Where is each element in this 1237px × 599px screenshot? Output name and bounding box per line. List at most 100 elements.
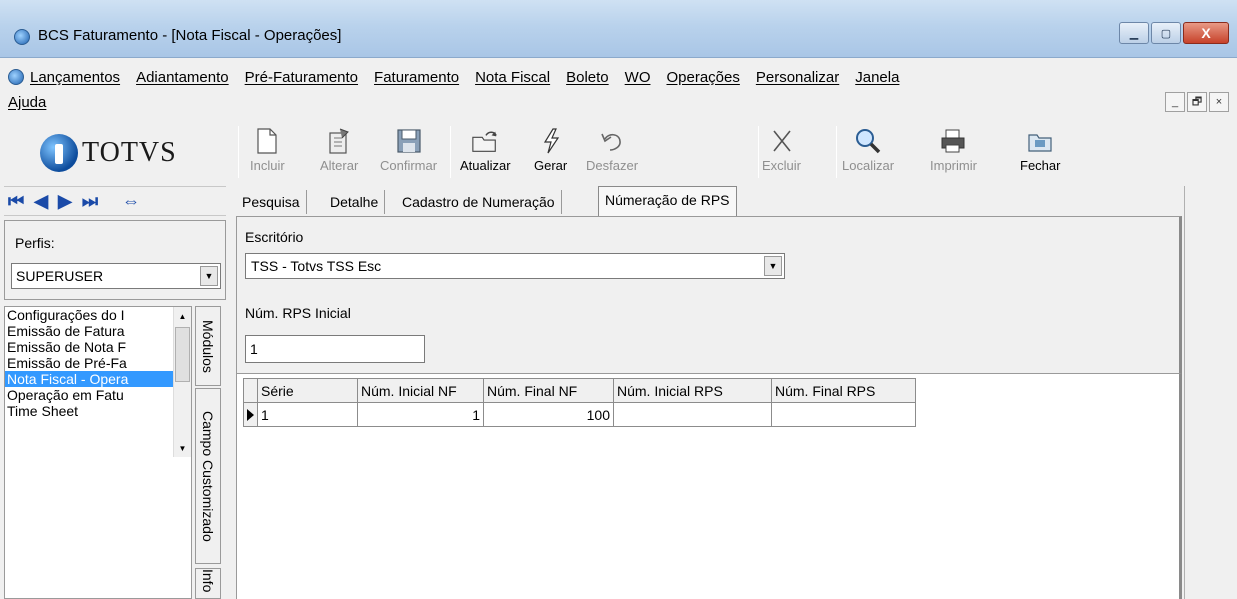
- toolbar-label: Imprimir: [930, 158, 977, 173]
- menu-row: Lançamentos Adiantamento Pré-Faturamento…: [8, 66, 915, 88]
- logo: TOTVS: [0, 120, 228, 186]
- mdi-app-icon[interactable]: [8, 69, 24, 85]
- tab-label: Campo Customizado: [200, 410, 216, 542]
- totvs-logo-icon: [40, 134, 78, 172]
- rps-grid-area: Série Núm. Inicial NF Núm. Final NF Núm.…: [236, 374, 1182, 599]
- rps-inicial-input[interactable]: [245, 335, 425, 363]
- menu-pre-faturamento[interactable]: Pré-Faturamento: [245, 69, 358, 86]
- menu-adiantamento[interactable]: Adiantamento: [136, 69, 229, 86]
- toolbar-separator: [836, 126, 837, 178]
- perfis-select[interactable]: SUPERUSER ▼: [11, 263, 221, 289]
- scroll-up-icon[interactable]: ▲: [174, 307, 191, 325]
- row-indicator-header: [243, 378, 258, 403]
- localizar-button[interactable]: Localizar: [842, 126, 894, 182]
- window-controls: ▁ ▢ X: [1119, 22, 1229, 44]
- tab-cadastro-de-numeracao[interactable]: Cadastro de Numeração: [396, 190, 562, 214]
- toolbar-label: Alterar: [320, 158, 359, 173]
- title-bar: BCS Faturamento - [Nota Fiscal - Operaçõ…: [0, 0, 1237, 58]
- list-item[interactable]: Emissão de Nota F: [5, 339, 173, 355]
- close-folder-icon: [1026, 126, 1054, 156]
- menu-operacoes[interactable]: Operações: [666, 69, 739, 86]
- rps-inicial-label: Núm. RPS Inicial: [245, 305, 351, 321]
- tab-numeracao-de-rps[interactable]: Númeração de RPS: [598, 186, 737, 216]
- gerar-button[interactable]: Gerar: [534, 126, 567, 182]
- next-record-icon[interactable]: ▶: [58, 191, 72, 212]
- column-header-num-final-nf[interactable]: Núm. Final NF: [483, 378, 614, 403]
- first-record-icon[interactable]: ⏮: [8, 191, 24, 212]
- previous-record-icon[interactable]: ◀: [34, 191, 48, 212]
- app-icon: [14, 29, 30, 45]
- atualizar-button[interactable]: Atualizar: [460, 126, 511, 182]
- excluir-button[interactable]: Excluir: [762, 126, 801, 182]
- rps-grid: Série Núm. Inicial NF Núm. Final NF Núm.…: [243, 378, 916, 427]
- menu-faturamento[interactable]: Faturamento: [374, 69, 459, 86]
- window-title: BCS Faturamento - [Nota Fiscal - Operaçõ…: [38, 27, 342, 44]
- menu-ajuda[interactable]: Ajuda: [8, 94, 46, 111]
- chevron-down-icon[interactable]: ▼: [200, 266, 218, 286]
- list-item[interactable]: Emissão de Pré-Fa: [5, 355, 173, 371]
- escritorio-label: Escritório: [245, 229, 304, 245]
- last-record-icon[interactable]: ⏭: [82, 191, 98, 212]
- record-navigator: ⏮ ◀ ▶ ⏭ ⇔: [4, 186, 226, 216]
- tab-info[interactable]: Info: [195, 568, 221, 599]
- scroll-thumb[interactable]: [175, 327, 190, 382]
- mdi-restore-button[interactable]: 🗗: [1187, 92, 1207, 112]
- modules-list[interactable]: Configurações do I Emissão de Fatura Emi…: [4, 306, 192, 599]
- menu-wo[interactable]: WO: [625, 69, 651, 86]
- list-item[interactable]: Emissão de Fatura: [5, 323, 173, 339]
- table-row[interactable]: 1 1 100: [243, 402, 916, 427]
- menu-nota-fiscal[interactable]: Nota Fiscal: [475, 69, 550, 86]
- column-header-num-inicial-nf[interactable]: Núm. Inicial NF: [357, 378, 484, 403]
- tab-modulos[interactable]: Módulos: [195, 306, 221, 386]
- escritorio-select[interactable]: TSS - Totvs TSS Esc ▼: [245, 253, 785, 279]
- perfis-label: Perfis:: [15, 235, 55, 251]
- table-cell[interactable]: [613, 402, 772, 427]
- table-cell[interactable]: 1: [357, 402, 484, 427]
- magnifier-icon: [854, 126, 882, 156]
- column-header-num-inicial-rps[interactable]: Núm. Inicial RPS: [613, 378, 772, 403]
- menu-lancamentos[interactable]: Lançamentos: [30, 69, 120, 86]
- refresh-folder-icon: [471, 126, 499, 156]
- toolbar-separator: [758, 126, 759, 178]
- minimize-button[interactable]: ▁: [1119, 22, 1149, 44]
- toolbar-separator: [238, 126, 239, 178]
- list-item[interactable]: Configurações do I: [5, 307, 173, 323]
- scroll-down-icon[interactable]: ▼: [174, 439, 191, 457]
- sync-arrows-icon[interactable]: ⇔: [122, 191, 140, 212]
- column-header-serie[interactable]: Série: [257, 378, 358, 403]
- delete-x-icon: [768, 126, 796, 156]
- grid-header-row: Série Núm. Inicial NF Núm. Final NF Núm.…: [243, 378, 916, 403]
- column-header-num-final-rps[interactable]: Núm. Final RPS: [771, 378, 916, 403]
- current-row-indicator-icon: [243, 402, 258, 427]
- mdi-minimize-button[interactable]: _: [1165, 92, 1185, 112]
- table-cell[interactable]: 100: [483, 402, 614, 427]
- mdi-close-button[interactable]: ×: [1209, 92, 1229, 112]
- table-cell[interactable]: 1: [257, 402, 358, 427]
- menu-personalizar[interactable]: Personalizar: [756, 69, 839, 86]
- menu-boleto[interactable]: Boleto: [566, 69, 609, 86]
- toolbar-label: Confirmar: [380, 158, 438, 173]
- menu-janela[interactable]: Janela: [855, 69, 899, 86]
- confirmar-button[interactable]: Confirmar: [380, 126, 437, 182]
- incluir-button[interactable]: Incluir: [250, 126, 285, 182]
- maximize-button[interactable]: ▢: [1151, 22, 1181, 44]
- table-cell[interactable]: [771, 402, 916, 427]
- modules-scrollbar[interactable]: ▲ ▼: [173, 307, 191, 457]
- desfazer-button[interactable]: Desfazer: [586, 126, 638, 182]
- chevron-down-icon[interactable]: ▼: [764, 256, 782, 276]
- rps-form: Escritório TSS - Totvs TSS Esc ▼ Núm. RP…: [236, 216, 1182, 374]
- logo-text: TOTVS: [82, 137, 177, 168]
- fechar-button[interactable]: Fechar: [1020, 126, 1060, 182]
- list-item[interactable]: Time Sheet: [5, 403, 173, 419]
- tab-campo-customizado[interactable]: Campo Customizado: [195, 388, 221, 564]
- menu-bar: Lançamentos Adiantamento Pré-Faturamento…: [0, 58, 1237, 120]
- imprimir-button[interactable]: Imprimir: [930, 126, 977, 182]
- alterar-button[interactable]: Alterar: [320, 126, 358, 182]
- left-pane: TOTVS ⏮ ◀ ▶ ⏭ ⇔ Perfis: SUPERUSER ▼ Conf…: [0, 120, 228, 599]
- tab-detalhe[interactable]: Detalhe: [324, 190, 386, 214]
- list-item[interactable]: Operação em Fatu: [5, 387, 173, 403]
- printer-icon: [939, 126, 967, 156]
- close-button[interactable]: X: [1183, 22, 1229, 44]
- list-item-selected[interactable]: Nota Fiscal - Opera: [5, 371, 173, 387]
- tab-pesquisa[interactable]: Pesquisa: [236, 190, 307, 214]
